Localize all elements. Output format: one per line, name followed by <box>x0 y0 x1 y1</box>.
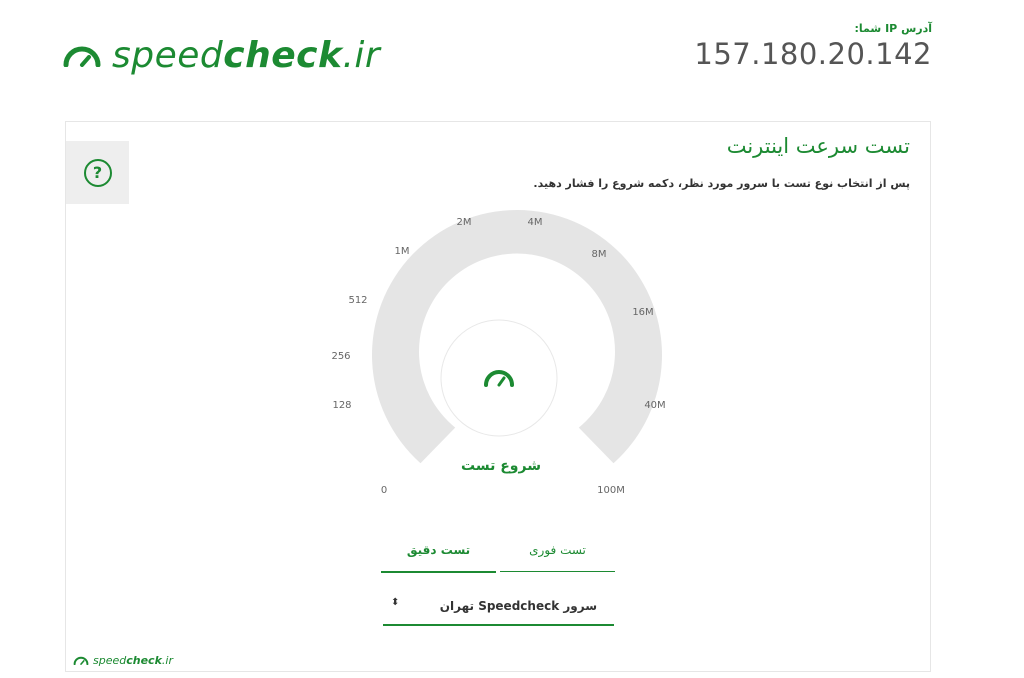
tick-label: 2M <box>457 217 472 228</box>
speedometer-logo-icon <box>63 46 101 67</box>
footer-logo[interactable]: speedcheck.ir <box>73 654 173 667</box>
ip-info: آدرس IP شما: 157.180.20.142 <box>694 22 932 71</box>
tick-label: 1M <box>395 246 410 257</box>
updown-arrows-icon: ⬍ <box>391 597 400 608</box>
start-test-button[interactable]: شروع تست <box>461 458 541 474</box>
ip-label: آدرس IP شما: <box>854 22 932 35</box>
server-select[interactable]: ⬍ سرور Speedcheck تهران <box>383 588 614 626</box>
ip-address: 157.180.20.142 <box>694 37 932 71</box>
tab-instant-test[interactable]: تست فوری <box>500 529 615 572</box>
server-label: سرور Speedcheck تهران <box>439 599 597 613</box>
tick-label: 256 <box>331 351 350 362</box>
tick-label: 40M <box>644 400 665 411</box>
speed-gauge: 0 128 256 512 1M 2M 4M 8M 16M 40M 100M <box>331 209 666 496</box>
tick-label: 512 <box>348 295 367 306</box>
tick-label: 100M <box>597 485 625 496</box>
tab-accurate-test[interactable]: تست دقیق <box>381 529 496 573</box>
tick-label: 8M <box>592 249 607 260</box>
brand-logo[interactable]: speedcheck.ir <box>62 38 380 74</box>
brand-name: speedcheck.ir <box>112 35 381 76</box>
tick-label: 128 <box>332 400 351 411</box>
tick-label: 4M <box>528 217 543 228</box>
speedometer-logo-icon <box>73 656 89 665</box>
tick-label: 16M <box>632 307 653 318</box>
speedtest-panel: ? تست سرعت اینترنت پس از انتخاب نوع تست … <box>65 121 931 672</box>
footer-brand: speedcheck.ir <box>93 654 173 667</box>
start-button-ring <box>440 319 558 437</box>
tick-label: 0 <box>381 485 387 496</box>
